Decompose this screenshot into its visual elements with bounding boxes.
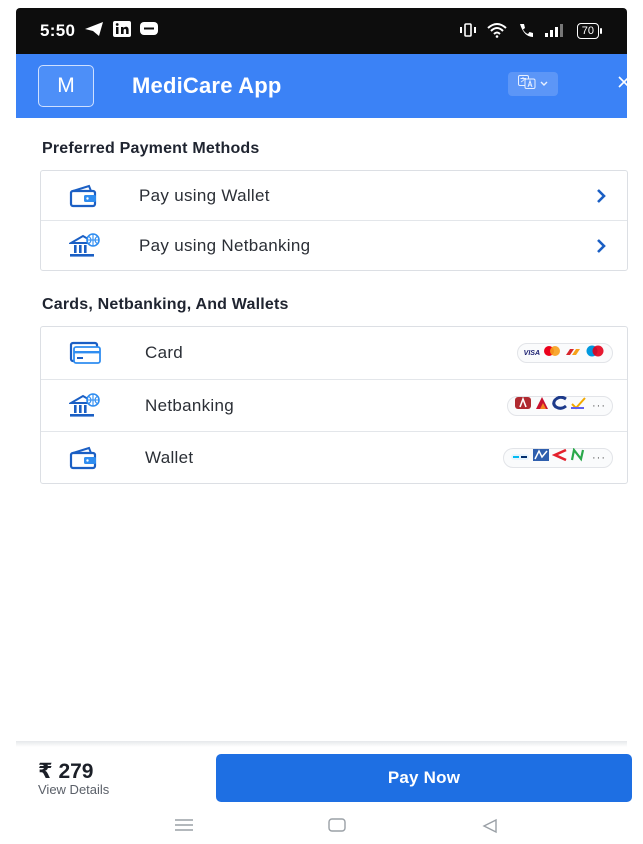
wallet-label: Wallet bbox=[145, 447, 194, 467]
wallet-logo-2 bbox=[532, 448, 550, 467]
status-time: 5:50 bbox=[40, 21, 76, 40]
pay-netbanking-label: Pay using Netbanking bbox=[139, 235, 311, 255]
more-wallets-indicator: ··· bbox=[592, 451, 606, 464]
wallet-icon bbox=[69, 446, 99, 470]
other-methods-card: Card VISA Netbanking ··· Wallet ··· bbox=[40, 326, 628, 484]
system-nav-bar bbox=[16, 806, 627, 844]
chevron-right-icon bbox=[595, 188, 607, 204]
more-banks-indicator: ··· bbox=[592, 399, 606, 412]
card-row[interactable]: Card VISA bbox=[41, 327, 627, 380]
app-header: M MediCare App bbox=[16, 54, 630, 118]
mastercard-logo bbox=[542, 344, 562, 362]
wifi-icon bbox=[487, 22, 507, 41]
wallet-logo-3 bbox=[551, 448, 568, 467]
pay-netbanking-row[interactable]: Pay using Netbanking bbox=[41, 221, 627, 270]
close-button[interactable] bbox=[612, 72, 636, 96]
chevron-down-icon bbox=[539, 75, 549, 93]
bank-logo-3 bbox=[552, 395, 568, 415]
close-icon bbox=[617, 75, 631, 94]
chat-icon bbox=[140, 21, 159, 42]
chevron-right-icon bbox=[595, 238, 607, 254]
maestro-logo bbox=[584, 344, 606, 362]
translate-button[interactable] bbox=[508, 72, 558, 96]
app-title: MediCare App bbox=[132, 73, 282, 98]
pay-wallet-row[interactable]: Pay using Wallet bbox=[41, 171, 627, 221]
telegram-icon bbox=[84, 21, 104, 42]
preferred-methods-card: Pay using Wallet Pay using Netbanking bbox=[40, 170, 628, 271]
rupay-logo bbox=[564, 344, 582, 362]
netbanking-label: Netbanking bbox=[145, 395, 235, 415]
netbanking-row[interactable]: Netbanking ··· bbox=[41, 380, 627, 432]
pay-now-button[interactable]: Pay Now bbox=[216, 754, 632, 802]
card-label: Card bbox=[145, 343, 184, 362]
visa-logo: VISA bbox=[523, 349, 540, 357]
bank-logo-1 bbox=[514, 396, 532, 415]
bank-icon bbox=[69, 392, 101, 419]
vibrate-icon bbox=[459, 22, 477, 40]
linkedin-icon bbox=[113, 20, 132, 42]
card-icon bbox=[69, 341, 101, 365]
wallet-logo-4 bbox=[570, 447, 586, 467]
back-icon[interactable] bbox=[482, 818, 498, 834]
bank-logos-badge: ··· bbox=[507, 395, 613, 416]
menu-icon[interactable] bbox=[174, 818, 194, 832]
app-logo: M bbox=[38, 65, 94, 107]
bank-icon bbox=[69, 232, 101, 259]
wallet-logos-badge: ··· bbox=[503, 447, 613, 468]
other-methods-title: Cards, Netbanking, And Wallets bbox=[42, 296, 289, 313]
battery-indicator: 70 bbox=[576, 23, 603, 39]
paytm-logo bbox=[510, 449, 530, 467]
status-bar: 5:50 70 bbox=[16, 8, 627, 54]
home-icon[interactable] bbox=[328, 818, 346, 832]
call-icon bbox=[517, 22, 535, 41]
preferred-methods-title: Preferred Payment Methods bbox=[42, 140, 260, 157]
bank-logo-4 bbox=[570, 396, 586, 415]
view-details-link[interactable]: View Details bbox=[38, 782, 109, 797]
pay-wallet-label: Pay using Wallet bbox=[139, 185, 270, 205]
wallet-row[interactable]: Wallet ··· bbox=[41, 432, 627, 483]
bank-logo-2 bbox=[534, 396, 550, 415]
footer-divider bbox=[16, 741, 627, 747]
wallet-icon bbox=[69, 184, 99, 208]
translate-icon bbox=[517, 74, 536, 94]
total-amount: ₹ 279 bbox=[38, 760, 94, 783]
card-brands-badge: VISA bbox=[516, 343, 613, 363]
status-left: 5:50 bbox=[40, 20, 159, 42]
status-right: 70 bbox=[459, 22, 603, 41]
signal-icon bbox=[544, 23, 567, 40]
